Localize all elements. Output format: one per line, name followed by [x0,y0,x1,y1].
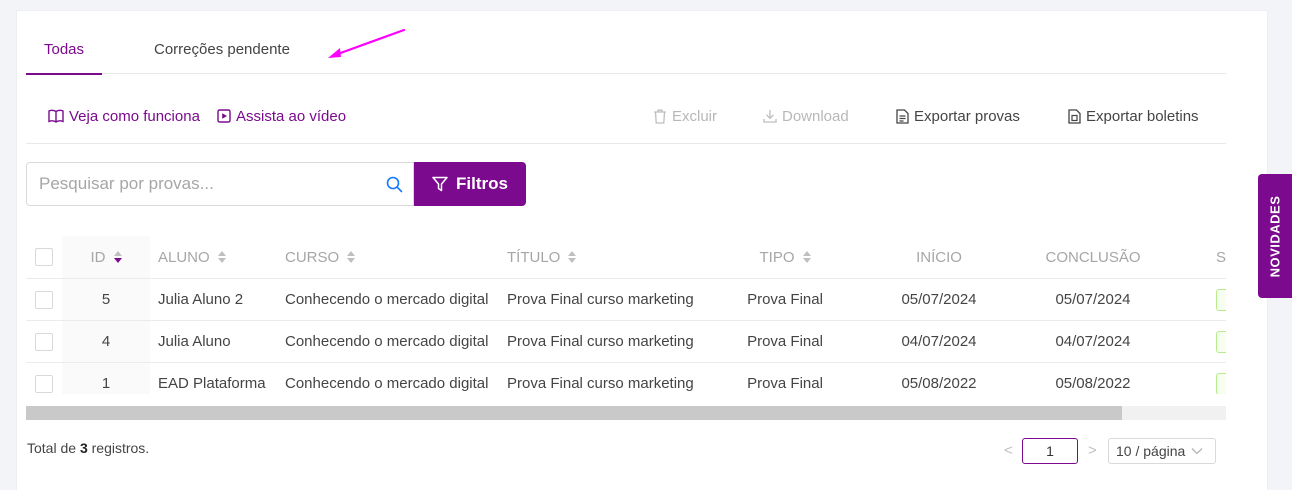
row-checkbox[interactable] [35,332,53,351]
page-1-button[interactable]: 1 [1022,438,1078,464]
veja-label: Veja como funciona [69,107,200,125]
cell-titulo: Prova Final curso marketing [507,375,694,392]
assista-label: Assista ao vídeo [236,107,347,125]
cell-curso: Conhecendo o mercado digital [285,333,489,350]
novidades-label: NOVIDADES [1267,195,1283,277]
novidades-side-tab[interactable]: NOVIDADES [1258,174,1292,298]
document-icon [896,108,909,124]
header-aluno[interactable]: ALUNO [158,236,226,278]
excluir-button[interactable]: Excluir [653,106,717,126]
cell-aluno: EAD Plataforma [158,375,266,392]
exportar-boletins-button[interactable]: Exportar boletins [1068,106,1199,126]
table-header-row: ID ALUNO CURSO TÍTULO TIPO INÍCIO CONCLU… [26,236,1226,279]
filtros-button[interactable]: Filtros [414,162,526,206]
scrollbar-thumb[interactable] [26,406,1122,420]
header-aluno-label: ALUNO [158,248,210,266]
report-icon [1068,108,1081,124]
trash-icon [654,109,666,124]
tab-bar: Todas Correções pendente [25,28,1226,75]
cell-titulo: Prova Final curso marketing [507,291,694,308]
row-checkbox[interactable] [35,290,53,309]
cell-conclusao: 05/08/2022 [1055,375,1131,392]
chevron-down-icon [1191,448,1203,455]
total-suffix: registros. [91,440,150,456]
total-records: Total de 3 registros. [27,440,149,456]
next-page-button[interactable]: > [1088,442,1097,459]
header-tipo[interactable]: TIPO [742,236,828,278]
total-prefix: Total de [27,440,77,456]
cell-inicio: 04/07/2024 [901,333,977,350]
cell-conclusao: 05/07/2024 [1055,291,1131,308]
search-icon[interactable] [386,176,403,193]
filter-icon [432,176,448,192]
cell-id: 5 [62,279,150,320]
prev-page-button[interactable]: < [1004,442,1013,459]
table-row[interactable]: 1 EAD Plataforma Conhecendo o mercado di… [26,363,1226,394]
cell-curso: Conhecendo o mercado digital [285,291,489,308]
cell-aluno: Julia Aluno [158,333,231,350]
header-id[interactable]: ID [62,236,150,278]
excluir-label: Excluir [672,107,718,125]
cell-aluno: Julia Aluno 2 [158,291,244,308]
header-inicio: INÍCIO [916,248,962,266]
horizontal-scrollbar[interactable] [26,406,1226,420]
status-badge [1216,288,1226,311]
cell-inicio: 05/07/2024 [901,291,977,308]
header-curso[interactable]: CURSO [285,236,356,278]
header-id-label: ID [90,248,106,266]
total-count: 3 [79,440,88,456]
annotation-arrow-icon [328,28,406,58]
cell-id: 4 [62,321,150,362]
exportar-boletins-label: Exportar boletins [1086,107,1199,125]
header-tipo-label: TIPO [759,248,795,266]
table-row[interactable]: 4 Julia Aluno Conhecendo o mercado digit… [26,321,1226,363]
header-status: S [1216,248,1226,266]
download-button[interactable]: Download [763,106,849,126]
tab-correcoes-pendente[interactable]: Correções pendente [154,28,290,74]
table-row[interactable]: 5 Julia Aluno 2 Conhecendo o mercado dig… [26,279,1226,321]
select-all-checkbox[interactable] [35,248,53,266]
sort-icon [802,251,811,263]
cell-id: 1 [62,363,150,394]
results-table: ID ALUNO CURSO TÍTULO TIPO INÍCIO CONCLU… [26,236,1226,394]
toolbar: Veja como funciona Assista ao vídeo Excl… [26,98,1226,144]
cell-titulo: Prova Final curso marketing [507,333,694,350]
header-curso-label: CURSO [285,248,340,266]
header-titulo-label: TÍTULO [507,248,561,266]
book-icon [48,109,64,123]
header-titulo[interactable]: TÍTULO [507,236,577,278]
row-checkbox[interactable] [35,374,53,393]
download-label: Download [782,107,849,125]
cell-curso: Conhecendo o mercado digital [285,375,489,392]
cell-inicio: 05/08/2022 [901,375,977,392]
page-size-select[interactable]: 10 / página [1108,438,1216,464]
search-input[interactable] [39,163,369,205]
exportar-provas-label: Exportar provas [914,107,1020,125]
sort-icon [113,251,122,263]
cell-tipo: Prova Final [747,291,823,308]
sort-icon [217,251,226,263]
status-badge [1216,372,1226,394]
download-icon [763,110,777,123]
veja-como-funciona-link[interactable]: Veja como funciona [48,106,200,126]
filtros-label: Filtros [456,174,508,193]
sort-icon [568,251,577,263]
exportar-provas-button[interactable]: Exportar provas [896,106,1020,126]
video-icon [217,109,231,123]
tab-todas[interactable]: Todas [25,28,103,75]
assista-ao-video-link[interactable]: Assista ao vídeo [217,106,346,126]
status-badge [1216,330,1226,353]
cell-conclusao: 04/07/2024 [1055,333,1131,350]
page-size-label: 10 / página [1116,443,1186,459]
cell-tipo: Prova Final [747,333,823,350]
header-conclusao: CONCLUSÃO [1045,248,1141,266]
cell-tipo: Prova Final [747,375,823,392]
search-box [26,162,414,206]
sort-icon [347,251,356,263]
